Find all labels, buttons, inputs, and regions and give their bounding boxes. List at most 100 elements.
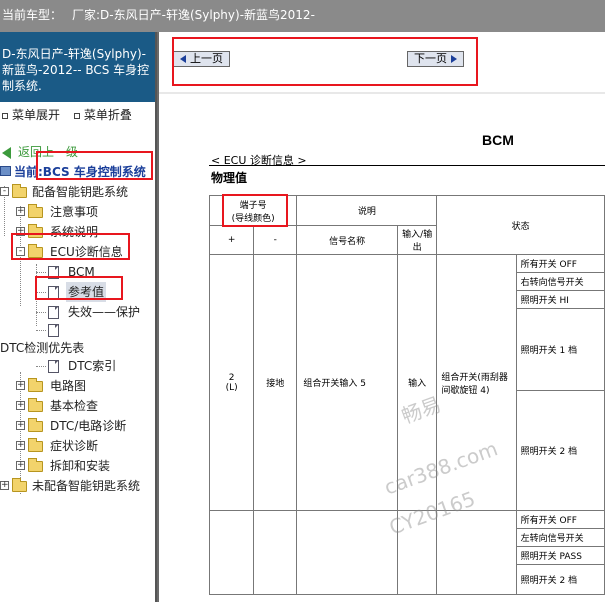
folder-icon — [28, 378, 43, 392]
menu-expand-button[interactable]: 菜单展开 — [2, 106, 60, 123]
expand-box-icon: + — [16, 460, 25, 470]
tree-guide — [36, 366, 46, 367]
folder-icon — [28, 418, 43, 432]
tree-item-failsafe[interactable]: 失效——保护 — [0, 302, 155, 322]
cell-signal: 组合开关输入 5 — [296, 254, 398, 511]
cell-state: 照明开关 2 档 — [515, 564, 605, 595]
terminal-color: (L) — [225, 382, 238, 393]
highlight-page-nav — [172, 37, 478, 86]
expand-box-icon: + — [16, 440, 25, 450]
cell-terminal — [208, 510, 255, 595]
current-model-value: 厂家:D-东风日产-轩逸(Sylphy)-新蓝鸟2012- — [72, 8, 315, 22]
folder-icon — [28, 204, 43, 218]
cell-state: 左转向信号开关 — [515, 528, 605, 547]
nav-divider — [159, 92, 605, 94]
tree-item-label: DTC检测优先表 — [0, 341, 85, 355]
cell-state: 所有开关 OFF — [515, 510, 605, 529]
table-row: 所有开关 OFF — [208, 510, 605, 595]
table-header-io: 输入/输出 — [396, 225, 438, 255]
cell-signal — [296, 510, 398, 595]
tree-item-label: 电路图 — [50, 379, 87, 393]
cell-state: 照明开关 1 档 — [515, 308, 605, 391]
menu-expand-label: 菜单展开 — [12, 108, 61, 122]
physical-values-table: 端子号 (导线颜色) 说明 状态 + - 信号名称 输入/输出 2 (L) 接地 组… — [208, 195, 605, 595]
left-navigation-pane: D-东风日产-轩逸(Sylphy)-新蓝鸟-2012-- BCS 车身控制系统.… — [0, 32, 157, 602]
collapse-box-icon: - — [0, 187, 9, 196]
menu-expand-icon — [2, 112, 8, 119]
cell-state: 照明开关 2 档 — [515, 390, 605, 511]
table-row: 2 (L) 接地 组合开关输入 5 输入 组合开关(雨刮器间歇旋钮 4) 所有开关… — [208, 254, 605, 511]
document-icon — [48, 306, 59, 319]
tree-item-wiring[interactable]: + 电路图 — [0, 376, 155, 396]
table-header-minus: - — [253, 225, 298, 255]
tree-item-label: 注意事项 — [50, 205, 99, 219]
terminal-number: 2 — [228, 372, 235, 383]
cell-minus: 接地 — [253, 254, 298, 511]
section-divider — [209, 165, 605, 166]
tree-item-no-smart-key[interactable]: + 未配备智能钥匙系统 — [0, 476, 155, 496]
tree-item-label: 拆卸和安装 — [50, 459, 111, 473]
highlight-ecu-diag — [11, 233, 130, 260]
expand-box-icon: + — [16, 206, 25, 216]
table-header-desc: 说明 — [296, 195, 438, 226]
expand-box-icon: + — [16, 420, 25, 430]
current-model-label: 当前车型： — [2, 8, 63, 22]
cell-state-desc: 组合开关(雨刮器间歇旋钮 4) — [436, 254, 517, 511]
tree-item-label: 未配备智能钥匙系统 — [32, 479, 141, 493]
cell-state: 右转向信号开关 — [515, 272, 605, 291]
expand-box-icon: + — [16, 380, 25, 390]
cell-state: 照明开关 HI — [515, 290, 605, 309]
tree-item-basic-check[interactable]: + 基本检查 — [0, 396, 155, 416]
content-pane: 上一页 下一页 BCM < ECU 诊断信息 > 物理值 端子号 (导线颜色) 说… — [159, 32, 605, 602]
highlight-ref-value — [35, 276, 123, 300]
tree-item-notes[interactable]: + 注意事项 — [0, 202, 155, 222]
highlight-terminal-header — [222, 194, 288, 227]
doc-section-title: 物理值 — [211, 171, 248, 185]
tree-item-smart-key[interactable]: - 配备智能钥匙系统 — [0, 182, 155, 202]
table-header-plus: + — [208, 225, 255, 255]
table-header-state: 状态 — [436, 195, 605, 255]
cell-io: 输入 — [396, 254, 438, 511]
cell-state-desc — [436, 510, 517, 595]
folder-icon — [12, 478, 27, 492]
folder-icon — [28, 458, 43, 472]
tree-item-label: 基本检查 — [50, 399, 99, 413]
tree-item-dtc-circuit[interactable]: + DTC/电路诊断 — [0, 416, 155, 436]
expand-box-icon: + — [0, 480, 9, 490]
tree-item-label: 症状诊断 — [50, 439, 99, 453]
cell-state: 照明开关 PASS — [515, 546, 605, 565]
tree-item-dtc-index[interactable]: DTC索引 — [0, 356, 155, 376]
folder-icon — [28, 438, 43, 452]
folder-icon — [28, 398, 43, 412]
tree-item-label: 失效——保护 — [68, 305, 141, 319]
tree-item-label: 配备智能钥匙系统 — [32, 185, 129, 199]
menu-collapse-icon — [73, 112, 80, 119]
tree-guide — [36, 330, 46, 331]
folder-open-icon — [12, 184, 27, 198]
doc-title: BCM — [482, 132, 514, 148]
cell-state: 所有开关 OFF — [515, 254, 605, 273]
menu-collapse-button[interactable]: 菜单折叠 — [73, 106, 132, 123]
tree-item-dtc-priority[interactable]: DTC检测优先表 — [0, 338, 155, 358]
tree-item-symptom[interactable]: + 症状诊断 — [0, 436, 155, 456]
computer-icon — [0, 166, 11, 176]
top-model-bar: 当前车型： 厂家:D-东风日产-轩逸(Sylphy)-新蓝鸟2012- — [0, 0, 605, 32]
document-icon — [48, 324, 59, 337]
menu-toggle-row: 菜单展开 菜单折叠 — [0, 102, 155, 123]
table-header-signal: 信号名称 — [296, 225, 398, 255]
document-icon — [48, 360, 59, 373]
menu-collapse-label: 菜单折叠 — [83, 108, 132, 122]
back-arrow-icon — [2, 147, 11, 159]
tree-item-blank[interactable] — [0, 320, 155, 340]
left-pane-title: D-东风日产-轩逸(Sylphy)-新蓝鸟-2012-- BCS 车身控制系统. — [0, 32, 155, 102]
tree-guide — [36, 312, 46, 313]
highlight-current-node — [36, 151, 153, 180]
cell-terminal: 2 (L) — [208, 254, 255, 511]
expand-box-icon: + — [16, 400, 25, 410]
tree-guide — [36, 272, 46, 273]
tree-item-removal[interactable]: + 拆卸和安装 — [0, 456, 155, 476]
cell-io — [396, 510, 438, 595]
tree-item-label: DTC/电路诊断 — [50, 419, 127, 433]
cell-minus — [253, 510, 298, 595]
tree-item-label: DTC索引 — [68, 359, 117, 373]
